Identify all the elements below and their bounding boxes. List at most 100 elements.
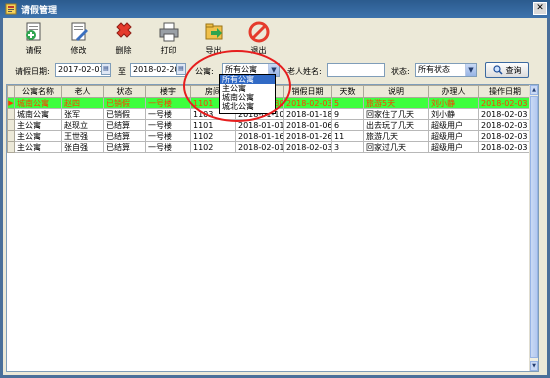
- table-cell[interactable]: 一号楼: [145, 97, 191, 109]
- column-header[interactable]: 销假日期: [283, 85, 332, 98]
- apartment-option[interactable]: 主公寓: [220, 84, 275, 93]
- delete-label: 删除: [115, 46, 132, 55]
- table-cell[interactable]: 已销假: [103, 108, 146, 120]
- table-cell[interactable]: 已销假: [103, 97, 146, 109]
- edit-label: 修改: [70, 46, 87, 55]
- edit-icon: [71, 22, 88, 41]
- table-cell[interactable]: 主公寓: [14, 130, 62, 142]
- table-cell[interactable]: 9: [331, 108, 364, 120]
- table-row[interactable]: 主公寓 张自强 已结算 一号楼 1102 2018-02-01 2018-02-03 3 回家过…: [7, 141, 532, 153]
- delete-button[interactable]: 删除: [101, 18, 146, 58]
- exit-icon: [248, 21, 269, 43]
- edit-button[interactable]: 修改: [56, 18, 101, 58]
- table-cell[interactable]: 张军: [61, 108, 104, 120]
- table-cell[interactable]: 1102: [190, 130, 236, 142]
- table-cell[interactable]: 2018-01-01: [235, 119, 284, 131]
- table-cell[interactable]: 城南公寓: [14, 97, 62, 109]
- table-cell[interactable]: 2018-02-01: [235, 141, 284, 153]
- column-header[interactable]: 操作日期: [478, 85, 532, 98]
- table-cell[interactable]: 一号楼: [145, 108, 191, 120]
- calendar-icon[interactable]: ▤: [101, 63, 111, 75]
- table-cell[interactable]: 5: [331, 97, 364, 109]
- client-area: 请假 修改 删除 打印 导出 退出 请假日期: 2017-02-01 ▤ 至 2…: [3, 18, 547, 375]
- column-header[interactable]: 天数: [331, 85, 364, 98]
- table-cell[interactable]: 超级用户: [428, 119, 479, 131]
- table-cell[interactable]: 2018-01-16: [235, 130, 284, 142]
- table-cell[interactable]: 已结算: [103, 119, 146, 131]
- apartment-option[interactable]: 城北公寓: [220, 102, 275, 111]
- table-cell[interactable]: 2018-01-06: [283, 119, 332, 131]
- column-header[interactable]: 楼宇: [145, 85, 191, 98]
- apartment-dropdown-list: 所有公寓 主公寓 城南公寓 城北公寓: [219, 74, 276, 114]
- elder-name-input[interactable]: [327, 63, 385, 77]
- table-cell[interactable]: 1101: [190, 119, 236, 131]
- scroll-up-icon[interactable]: ▲: [530, 85, 538, 95]
- table-cell[interactable]: 刘小静: [428, 108, 479, 120]
- column-header[interactable]: 办理人: [428, 85, 479, 98]
- table-cell[interactable]: 6: [331, 119, 364, 131]
- vertical-scrollbar[interactable]: ▲ ▼: [529, 85, 538, 371]
- table-cell[interactable]: 一号楼: [145, 141, 191, 153]
- column-header[interactable]: 老人: [61, 85, 104, 98]
- table-cell[interactable]: 2018-02-03: [478, 141, 532, 153]
- table-cell[interactable]: 王世强: [61, 130, 104, 142]
- table-cell[interactable]: 赵现立: [61, 119, 104, 131]
- leave-grid: 公寓名称 老人 状态 楼宇 房间 请假日期 销假日期 天数 说明 办理人 操作日…: [6, 84, 539, 372]
- table-cell[interactable]: 已结算: [103, 141, 146, 153]
- print-label: 打印: [160, 46, 177, 55]
- row-indicator-header: [7, 85, 15, 98]
- table-cell[interactable]: 一号楼: [145, 130, 191, 142]
- column-header[interactable]: 公寓名称: [14, 85, 62, 98]
- query-button[interactable]: 查询: [485, 62, 529, 78]
- table-cell[interactable]: 主公寓: [14, 119, 62, 131]
- toolbar: 请假 修改 删除 打印 导出 退出: [3, 18, 547, 58]
- status-selected-value: 所有状态: [418, 65, 450, 74]
- table-cell[interactable]: 一号楼: [145, 119, 191, 131]
- table-cell[interactable]: 赵四: [61, 97, 104, 109]
- apartment-option[interactable]: 城南公寓: [220, 93, 275, 102]
- table-cell[interactable]: 已结算: [103, 130, 146, 142]
- table-row[interactable]: 主公寓 赵现立 已结算 一号楼 1101 2018-01-01 2018-01-06 6 出去玩…: [7, 119, 532, 131]
- print-button[interactable]: 打印: [146, 18, 191, 58]
- table-cell[interactable]: 出去玩了几天: [363, 119, 429, 131]
- table-cell[interactable]: 2018-02-03: [478, 119, 532, 131]
- print-icon: [159, 22, 178, 42]
- table-cell[interactable]: 2018-02-03: [283, 141, 332, 153]
- table-cell[interactable]: 2018-01-18: [283, 108, 332, 120]
- exit-button[interactable]: 退出: [236, 18, 281, 58]
- table-cell[interactable]: 2018-01-26: [283, 130, 332, 142]
- table-row[interactable]: 主公寓 王世强 已结算 一号楼 1102 2018-01-16 2018-01-26 11 旅游…: [7, 130, 532, 142]
- table-cell[interactable]: 主公寓: [14, 141, 62, 153]
- row-indicator: [7, 108, 15, 120]
- status-select[interactable]: 所有状态 ▼: [415, 63, 477, 77]
- export-button[interactable]: 导出: [191, 18, 236, 58]
- calendar-icon[interactable]: ▤: [176, 63, 186, 75]
- column-header[interactable]: 说明: [363, 85, 429, 98]
- table-cell[interactable]: 2018-02-03: [478, 108, 532, 120]
- table-cell[interactable]: 旅游几天: [363, 130, 429, 142]
- export-label: 导出: [205, 46, 222, 55]
- table-cell[interactable]: 城南公寓: [14, 108, 62, 120]
- table-cell[interactable]: 张自强: [61, 141, 104, 153]
- table-cell[interactable]: 超级用户: [428, 141, 479, 153]
- leave-date-label: 请假日期:: [15, 67, 50, 76]
- table-cell[interactable]: 11: [331, 130, 364, 142]
- table-cell[interactable]: 回家住了几天: [363, 108, 429, 120]
- chevron-down-icon[interactable]: ▼: [465, 64, 476, 76]
- scroll-thumb[interactable]: [530, 96, 538, 358]
- table-cell[interactable]: 1102: [190, 141, 236, 153]
- table-cell[interactable]: 刘小静: [428, 97, 479, 109]
- table-cell[interactable]: 回家过几天: [363, 141, 429, 153]
- apartment-option[interactable]: 所有公寓: [220, 75, 275, 84]
- column-header[interactable]: 状态: [103, 85, 146, 98]
- table-cell[interactable]: 2018-02-03: [283, 97, 332, 109]
- scroll-down-icon[interactable]: ▼: [530, 361, 538, 371]
- table-cell[interactable]: 旅游5天: [363, 97, 429, 109]
- table-cell[interactable]: 超级用户: [428, 130, 479, 142]
- close-icon[interactable]: ✕: [533, 2, 547, 15]
- query-label: 查询: [505, 65, 522, 75]
- add-leave-button[interactable]: 请假: [11, 18, 56, 58]
- table-cell[interactable]: 2018-02-03: [478, 97, 532, 109]
- table-cell[interactable]: 3: [331, 141, 364, 153]
- table-cell[interactable]: 2018-02-03: [478, 130, 532, 142]
